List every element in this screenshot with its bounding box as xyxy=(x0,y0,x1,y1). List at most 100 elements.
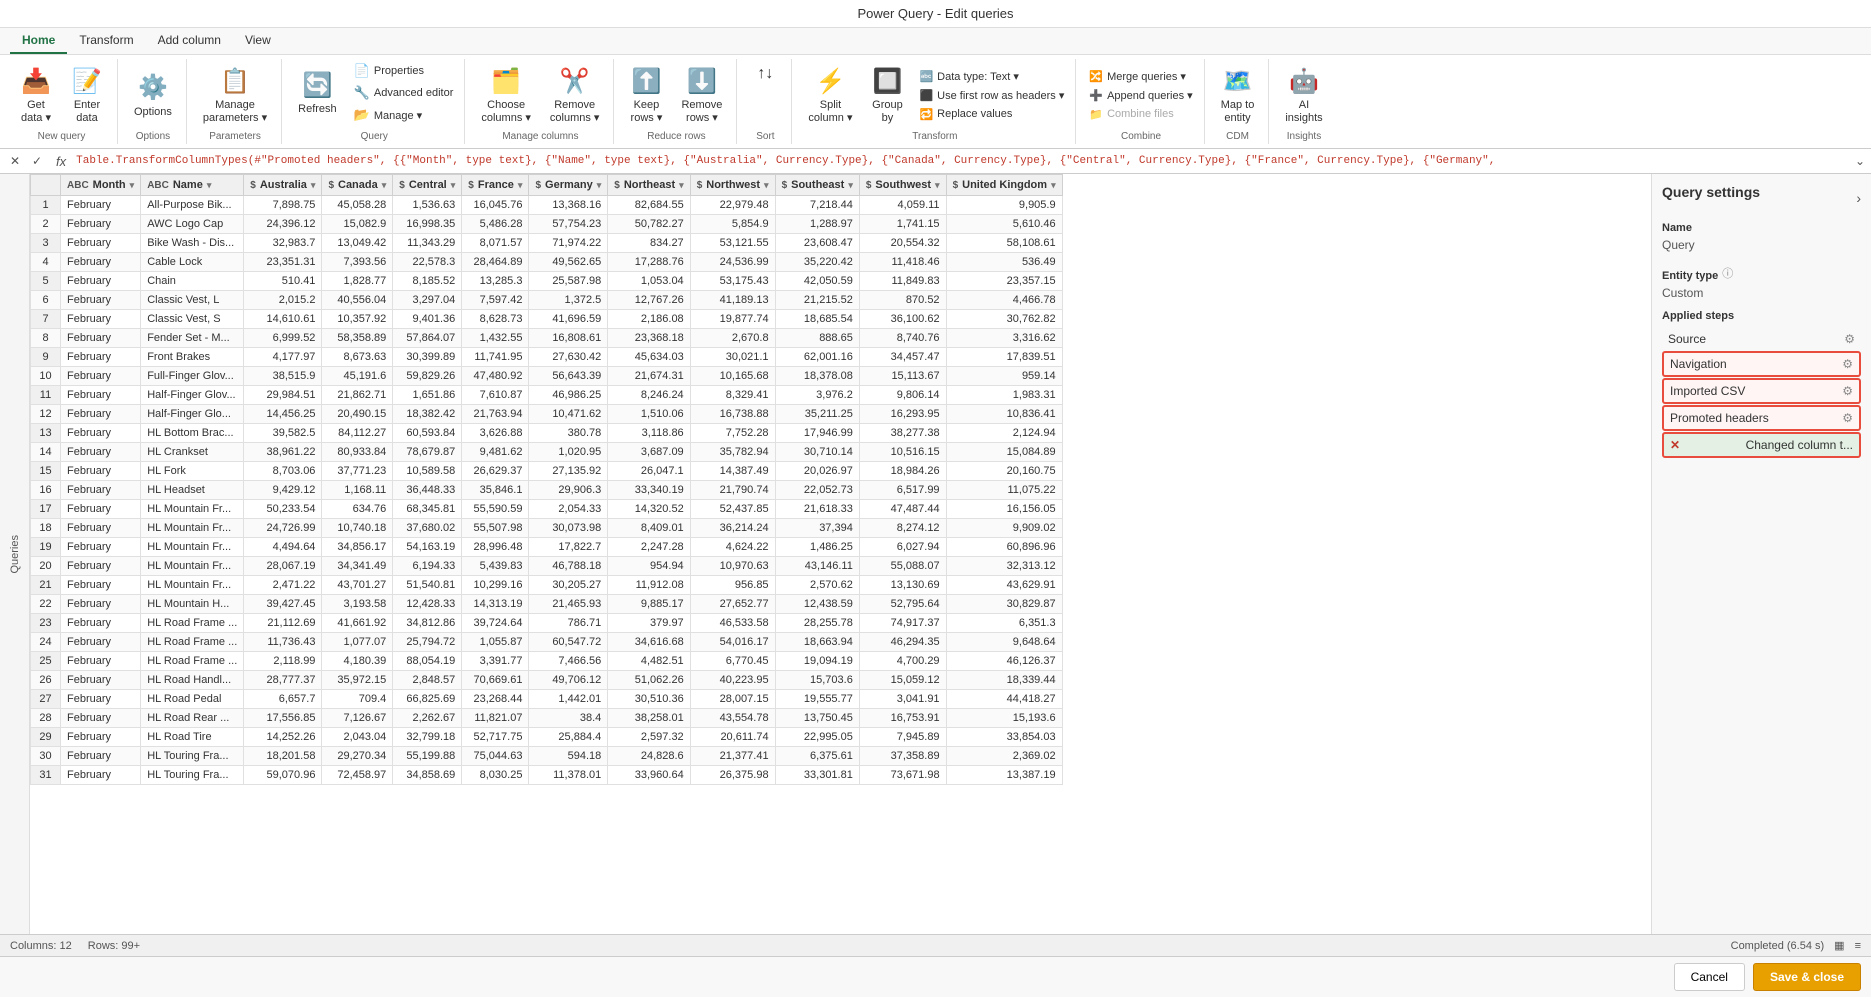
step-navigation[interactable]: Navigation ⚙ xyxy=(1662,351,1861,377)
table-row[interactable]: 24FebruaryHL Road Frame ...11,736.431,07… xyxy=(31,633,1063,652)
table-row[interactable]: 20FebruaryHL Mountain Fr...28,067.1934,3… xyxy=(31,557,1063,576)
list-view-icon[interactable]: ≡ xyxy=(1855,940,1861,952)
manage-params-button[interactable]: 📋 Manageparameters ▾ xyxy=(195,61,275,129)
step-changed-column[interactable]: ✕ Changed column t... xyxy=(1662,432,1861,458)
refresh-button[interactable]: 🔄 Refresh xyxy=(290,65,345,120)
col-header-northwest[interactable]: $ Northwest ▾ xyxy=(690,175,775,196)
col-header-southeast[interactable]: $ Southeast ▾ xyxy=(775,175,859,196)
formula-check-icon[interactable]: ✓ xyxy=(28,152,46,170)
step-navigation-gear[interactable]: ⚙ xyxy=(1842,357,1853,371)
ai-insights-button[interactable]: 🤖 AIinsights xyxy=(1277,61,1330,129)
grid-view-icon[interactable]: ▦ xyxy=(1834,939,1844,952)
remove-rows-button[interactable]: ⬇️ Removerows ▾ xyxy=(673,61,730,129)
uk-dropdown[interactable]: ▾ xyxy=(1051,180,1056,191)
table-row[interactable]: 19FebruaryHL Mountain Fr...4,494.6434,85… xyxy=(31,538,1063,557)
table-row[interactable]: 6FebruaryClassic Vest, L2,015.240,556.04… xyxy=(31,291,1063,310)
table-row[interactable]: 4FebruaryCable Lock23,351.317,393.5622,5… xyxy=(31,253,1063,272)
tab-home[interactable]: Home xyxy=(10,28,67,54)
step-imported-csv[interactable]: Imported CSV ⚙ xyxy=(1662,378,1861,404)
table-row[interactable]: 10FebruaryFull-Finger Glov...38,515.945,… xyxy=(31,367,1063,386)
table-row[interactable]: 12FebruaryHalf-Finger Glo...14,456.2520,… xyxy=(31,405,1063,424)
col-header-month[interactable]: ABC Month ▾ xyxy=(61,175,141,196)
table-row[interactable]: 8FebruaryFender Set - M...6,999.5258,358… xyxy=(31,329,1063,348)
tab-add-column[interactable]: Add column xyxy=(146,28,233,54)
month-dropdown[interactable]: ▾ xyxy=(130,180,135,191)
keep-rows-button[interactable]: ⬆️ Keeprows ▾ xyxy=(622,61,670,129)
table-row[interactable]: 26FebruaryHL Road Handl...28,777.3735,97… xyxy=(31,671,1063,690)
table-row[interactable]: 11FebruaryHalf-Finger Glov...29,984.5121… xyxy=(31,386,1063,405)
sort-asc-button[interactable]: ↑↓ xyxy=(745,61,785,87)
table-row[interactable]: 9FebruaryFront Brakes4,177.978,673.6330,… xyxy=(31,348,1063,367)
col-header-france[interactable]: $ France ▾ xyxy=(462,175,529,196)
col-header-northeast[interactable]: $ Northeast ▾ xyxy=(608,175,690,196)
map-entity-button[interactable]: 🗺️ Map toentity xyxy=(1213,61,1263,129)
table-row[interactable]: 13FebruaryHL Bottom Brac...39,582.584,11… xyxy=(31,424,1063,443)
step-imported-csv-gear[interactable]: ⚙ xyxy=(1842,384,1853,398)
germany-dropdown[interactable]: ▾ xyxy=(597,180,602,191)
table-row[interactable]: 29FebruaryHL Road Tire14,252.262,043.043… xyxy=(31,728,1063,747)
table-row[interactable]: 28FebruaryHL Road Rear ...17,556.857,126… xyxy=(31,709,1063,728)
group-by-button[interactable]: 🔲 Groupby xyxy=(863,61,911,129)
cancel-button[interactable]: Cancel xyxy=(1674,963,1745,991)
col-header-canada[interactable]: $ Canada ▾ xyxy=(322,175,393,196)
save-close-button[interactable]: Save & close xyxy=(1753,963,1861,991)
col-header-southwest[interactable]: $ Southwest ▾ xyxy=(859,175,946,196)
col-header-name[interactable]: ABC Name ▾ xyxy=(141,175,244,196)
table-row[interactable]: 31FebruaryHL Touring Fra...59,070.9672,4… xyxy=(31,766,1063,785)
combine-files-button[interactable]: 📁 Combine files xyxy=(1084,106,1197,123)
northeast-dropdown[interactable]: ▾ xyxy=(679,180,684,191)
table-row[interactable]: 7FebruaryClassic Vest, S14,610.6110,357.… xyxy=(31,310,1063,329)
france-dropdown[interactable]: ▾ xyxy=(518,180,523,191)
col-header-uk[interactable]: $ United Kingdom ▾ xyxy=(946,175,1062,196)
append-queries-button[interactable]: ➕ Append queries ▾ xyxy=(1084,87,1197,104)
step-promoted-headers-gear[interactable]: ⚙ xyxy=(1842,411,1853,425)
replace-values-button[interactable]: 🔁 Replace values xyxy=(914,106,1069,123)
table-row[interactable]: 14FebruaryHL Crankset38,961.2280,933.847… xyxy=(31,443,1063,462)
central-dropdown[interactable]: ▾ xyxy=(451,180,456,191)
table-row[interactable]: 16FebruaryHL Headset9,429.121,168.1136,4… xyxy=(31,481,1063,500)
table-row[interactable]: 25FebruaryHL Road Frame ...2,118.994,180… xyxy=(31,652,1063,671)
properties-button[interactable]: 📄 Properties xyxy=(349,61,459,81)
southeast-dropdown[interactable]: ▾ xyxy=(848,180,853,191)
table-row[interactable]: 2FebruaryAWC Logo Cap24,396.1215,082.916… xyxy=(31,215,1063,234)
use-first-row-button[interactable]: ⬛ Use first row as headers ▾ xyxy=(914,87,1069,104)
choose-columns-button[interactable]: 🗂️ Choosecolumns ▾ xyxy=(473,61,539,129)
tab-transform[interactable]: Transform xyxy=(67,28,145,54)
manage-query-button[interactable]: 📂 Manage ▾ xyxy=(349,105,459,125)
remove-columns-button[interactable]: ✂️ Removecolumns ▾ xyxy=(542,61,608,129)
step-source[interactable]: Source ⚙ xyxy=(1662,328,1861,350)
data-area[interactable]: ABC Month ▾ ABC Name ▾ xyxy=(30,174,1651,934)
table-row[interactable]: 23FebruaryHL Road Frame ...21,112.6941,6… xyxy=(31,614,1063,633)
table-row[interactable]: 27FebruaryHL Road Pedal6,657.7709.466,82… xyxy=(31,690,1063,709)
advanced-editor-button[interactable]: 🔧 Advanced editor xyxy=(349,83,459,103)
northwest-dropdown[interactable]: ▾ xyxy=(764,180,769,191)
table-row[interactable]: 5FebruaryChain510.411,828.778,185.5213,2… xyxy=(31,272,1063,291)
southwest-dropdown[interactable]: ▾ xyxy=(935,180,940,191)
col-header-central[interactable]: $ Central ▾ xyxy=(393,175,462,196)
panel-expand-arrow[interactable]: › xyxy=(1856,190,1861,206)
step-source-gear[interactable]: ⚙ xyxy=(1844,332,1855,346)
table-row[interactable]: 18FebruaryHL Mountain Fr...24,726.9910,7… xyxy=(31,519,1063,538)
split-column-button[interactable]: ⚡ Splitcolumn ▾ xyxy=(800,61,860,129)
table-row[interactable]: 17FebruaryHL Mountain Fr...50,233.54634.… xyxy=(31,500,1063,519)
table-row[interactable]: 22FebruaryHL Mountain H...39,427.453,193… xyxy=(31,595,1063,614)
formula-close-icon[interactable]: ✕ xyxy=(6,152,24,170)
enter-data-button[interactable]: 📝 Enterdata xyxy=(63,61,111,129)
step-promoted-headers[interactable]: Promoted headers ⚙ xyxy=(1662,405,1861,431)
step-delete-icon[interactable]: ✕ xyxy=(1670,438,1680,452)
canada-dropdown[interactable]: ▾ xyxy=(382,180,387,191)
table-row[interactable]: 30FebruaryHL Touring Fra...18,201.5829,2… xyxy=(31,747,1063,766)
australia-dropdown[interactable]: ▾ xyxy=(311,180,316,191)
table-row[interactable]: 1FebruaryAll-Purpose Bik...7,898.7545,05… xyxy=(31,196,1063,215)
col-header-australia[interactable]: $ Australia ▾ xyxy=(244,175,322,196)
options-button[interactable]: ⚙️ Options xyxy=(126,68,180,123)
merge-queries-button[interactable]: 🔀 Merge queries ▾ xyxy=(1084,68,1197,85)
formula-input[interactable] xyxy=(76,155,1849,167)
data-type-button[interactable]: 🔤 Data type: Text ▾ xyxy=(914,68,1069,85)
formula-expand-button[interactable]: ⌄ xyxy=(1855,154,1865,168)
tab-view[interactable]: View xyxy=(233,28,283,54)
table-row[interactable]: 15FebruaryHL Fork8,703.0637,771.2310,589… xyxy=(31,462,1063,481)
table-row[interactable]: 21FebruaryHL Mountain Fr...2,471.2243,70… xyxy=(31,576,1063,595)
col-header-germany[interactable]: $ Germany ▾ xyxy=(529,175,608,196)
table-row[interactable]: 3FebruaryBike Wash - Dis...32,983.713,04… xyxy=(31,234,1063,253)
